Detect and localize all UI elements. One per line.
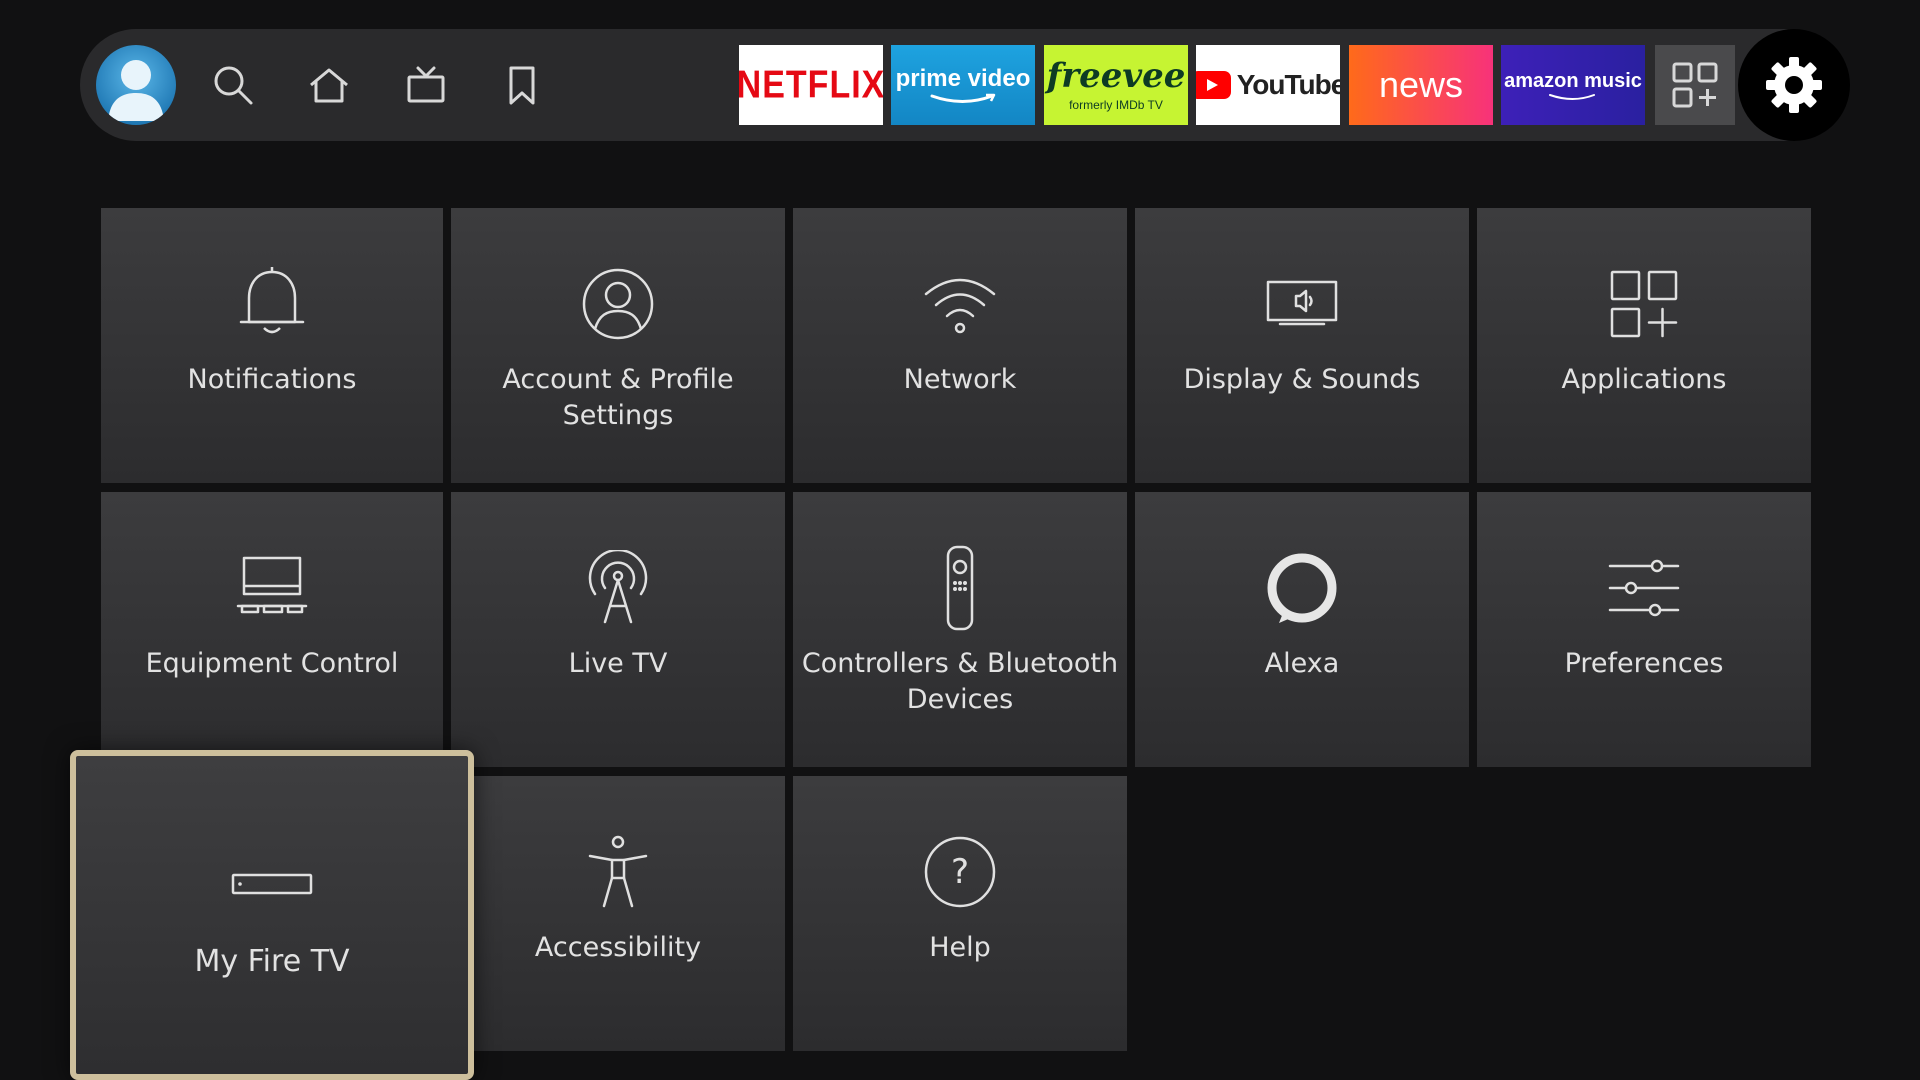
settings-tile-network[interactable]: Network — [793, 208, 1127, 483]
app-tile-netflix[interactable]: NETFLIX — [739, 45, 883, 125]
gear-icon — [1766, 57, 1822, 113]
freevee-logo: freevee — [1046, 56, 1186, 96]
bookmark-icon[interactable] — [482, 29, 562, 141]
settings-tile-preferences[interactable]: Preferences — [1477, 492, 1811, 767]
app-tile-news[interactable]: news — [1349, 45, 1493, 125]
prime-smile-icon — [930, 93, 996, 103]
app-tile-prime-video[interactable]: prime video — [891, 45, 1035, 125]
equipment-icon — [234, 548, 310, 628]
youtube-logo: YouTube — [1236, 69, 1340, 100]
applications-icon — [1609, 264, 1679, 344]
tile-label-my-fire-tv: My Fire TV — [194, 944, 350, 979]
svg-text:?: ? — [951, 852, 969, 892]
home-icon[interactable] — [289, 29, 369, 141]
tile-label-live-tv: Live TV — [568, 648, 668, 679]
settings-tile-display-sounds[interactable]: Display & Sounds — [1135, 208, 1469, 483]
settings-tile-equipment-control[interactable]: Equipment Control — [101, 492, 443, 767]
settings-tile-accessibility[interactable]: Accessibility — [451, 776, 785, 1051]
tile-label-help: Help — [929, 932, 991, 963]
antenna-icon — [583, 548, 653, 628]
tile-label-equipment-control: Equipment Control — [145, 648, 399, 679]
settings-tile-live-tv[interactable]: Live TV — [451, 492, 785, 767]
tile-label-display-sounds: Display & Sounds — [1183, 364, 1421, 395]
apps-grid-icon — [1672, 62, 1718, 108]
live-tv-icon[interactable] — [386, 29, 466, 141]
accessibility-icon — [586, 832, 650, 912]
settings-button[interactable] — [1738, 29, 1850, 141]
apps-grid-button[interactable] — [1655, 45, 1735, 125]
tile-label-account-profile: Account & Profile Settings — [502, 364, 734, 431]
profile-icon — [581, 264, 655, 344]
settings-tile-notifications[interactable]: Notifications — [101, 208, 443, 483]
search-icon[interactable] — [193, 29, 273, 141]
tile-label-network: Network — [903, 364, 1017, 395]
app-tile-freevee[interactable]: freevee formerly IMDb TV — [1044, 45, 1188, 125]
bell-icon — [237, 264, 307, 344]
amazon-music-logo: amazon music — [1504, 69, 1642, 92]
sliders-icon — [1607, 548, 1681, 628]
tile-label-preferences: Preferences — [1564, 648, 1724, 679]
app-tile-youtube[interactable]: YouTube — [1196, 45, 1340, 125]
tile-label-notifications: Notifications — [187, 364, 357, 395]
settings-tile-controllers-bluetooth[interactable]: Controllers & Bluetooth Devices — [793, 492, 1127, 767]
youtube-play-icon — [1196, 71, 1231, 99]
settings-tile-alexa[interactable]: Alexa — [1135, 492, 1469, 767]
display-sound-icon — [1264, 264, 1340, 344]
app-tile-amazon-music[interactable]: amazon music — [1501, 45, 1645, 125]
profile-avatar[interactable] — [96, 45, 176, 125]
tile-label-alexa: Alexa — [1264, 648, 1340, 679]
netflix-logo: NETFLIX — [739, 62, 883, 107]
tile-label-controllers-bluetooth: Controllers & Bluetooth Devices — [801, 648, 1119, 715]
remote-icon — [940, 545, 980, 631]
tile-label-applications: Applications — [1561, 364, 1727, 395]
freevee-sublabel: formerly IMDb TV — [1069, 98, 1163, 112]
amazon-smile-icon — [1548, 93, 1595, 100]
fire-tv-device-icon — [231, 844, 313, 924]
news-logo: news — [1378, 64, 1464, 105]
settings-tile-my-fire-tv[interactable]: My Fire TV — [70, 750, 474, 1080]
settings-tile-applications[interactable]: Applications — [1477, 208, 1811, 483]
settings-tile-help[interactable]: ? Help — [793, 776, 1127, 1051]
wifi-icon — [922, 264, 998, 344]
tile-label-accessibility: Accessibility — [534, 932, 702, 963]
alexa-icon — [1265, 548, 1339, 628]
help-icon: ? — [923, 832, 997, 912]
settings-tile-account-profile[interactable]: Account & Profile Settings — [451, 208, 785, 483]
prime-video-logo: prime video — [895, 65, 1031, 92]
